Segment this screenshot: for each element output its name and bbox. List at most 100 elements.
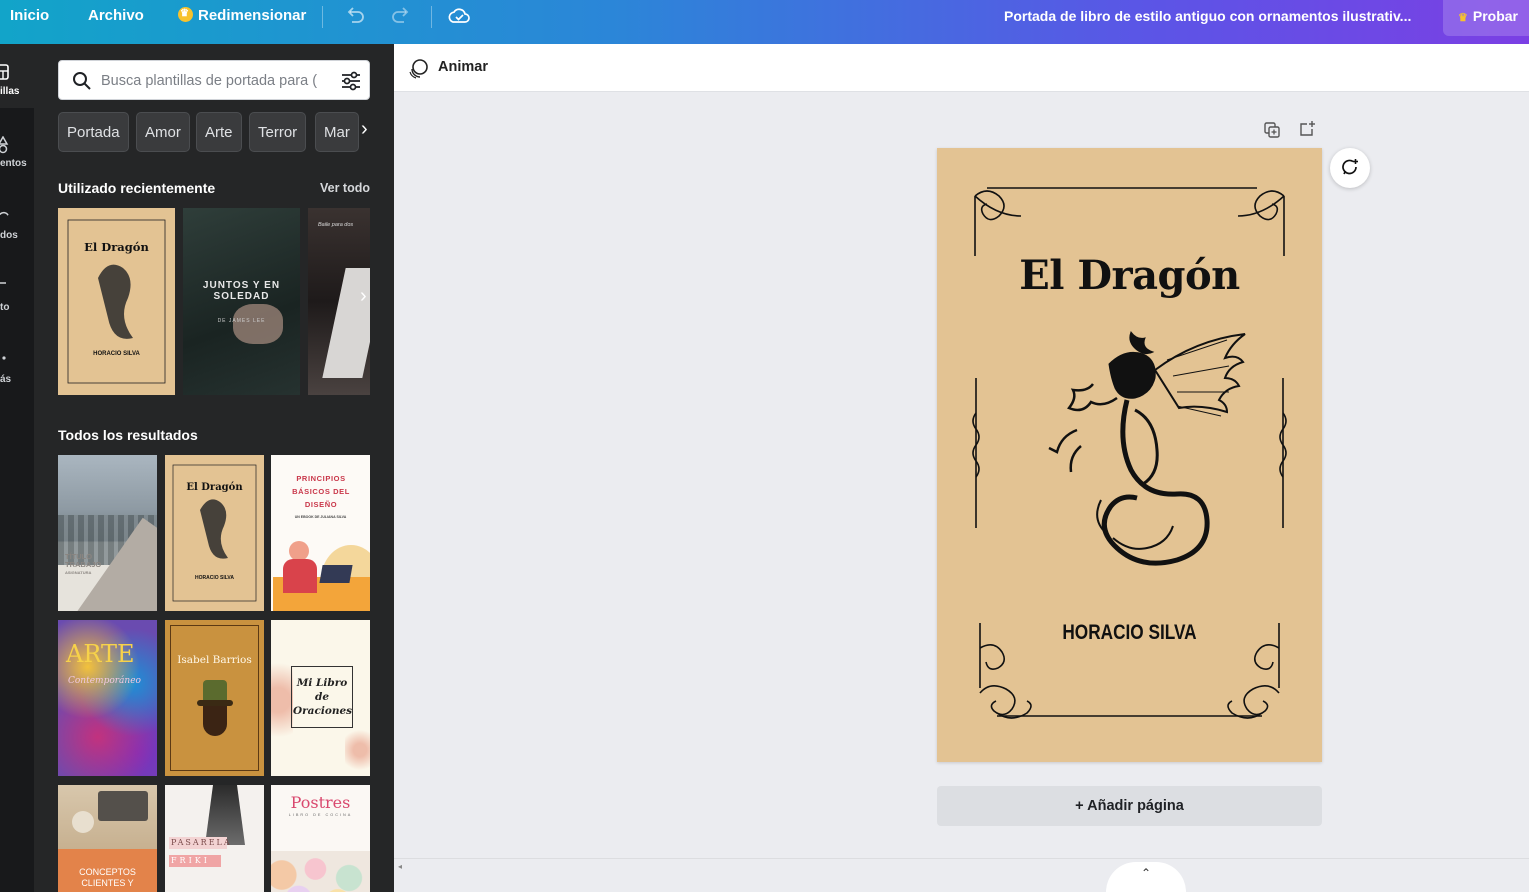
rail-label: to xyxy=(0,302,10,313)
rail-label: illas xyxy=(0,86,20,97)
floral-decor xyxy=(271,640,293,760)
category-chips: Portada Amor Arte Terror Mar › xyxy=(58,112,394,152)
resize-button[interactable]: Redimensionar xyxy=(178,0,306,32)
chip-terror[interactable]: Terror xyxy=(249,112,307,152)
thumb-subtitle: FRIKI xyxy=(171,856,210,865)
search-input[interactable] xyxy=(101,71,327,91)
thumb-subtitle: ASIGNATURA xyxy=(65,570,92,575)
result-thumb-dragon[interactable]: El Dragón HORACIO SILVA xyxy=(165,455,264,611)
refresh-button[interactable] xyxy=(1330,148,1370,188)
thumb-author: DE JAMES LEE xyxy=(217,318,266,324)
thumb-title: Postres xyxy=(290,793,351,812)
see-all-link[interactable]: Ver todo xyxy=(320,181,370,195)
cloud-saved-icon[interactable] xyxy=(446,4,472,28)
search-icon xyxy=(73,72,91,90)
chip-mar[interactable]: Mar xyxy=(315,112,359,152)
thumb-subtitle: UN EBOOK DE JULIANA SILVA xyxy=(294,515,347,519)
thumb-title: JUNTOS Y EN SOLEDAD xyxy=(202,280,281,302)
duplicate-page-icon[interactable] xyxy=(1263,121,1281,139)
redo-icon[interactable] xyxy=(388,4,414,28)
chip-portada[interactable]: Portada xyxy=(58,112,129,152)
rail-item-elements[interactable]: entos xyxy=(0,116,34,180)
thumb-title: Baile para dos xyxy=(318,222,354,228)
cover-author[interactable]: HORACIO SILVA xyxy=(972,621,1288,645)
document-title[interactable]: Portada de libro de estilo antiguo con o… xyxy=(1004,0,1411,32)
chip-amor[interactable]: Amor xyxy=(136,112,190,152)
chevron-right-icon[interactable]: › xyxy=(360,285,367,308)
thumb-title: PRINCIPIOS BÁSICOS DEL DISEÑO xyxy=(292,474,350,509)
dragon-cover-thumbnail xyxy=(172,464,257,602)
thumb-title: El Dragón xyxy=(84,240,149,254)
cup-photo xyxy=(72,811,94,833)
macarons-photo xyxy=(271,851,370,892)
recent-thumb-dragon[interactable]: El Dragón HORACIO SILVA xyxy=(58,208,175,395)
top-bar: Inicio Archivo Redimensionar Portada de … xyxy=(0,0,1529,44)
crown-icon xyxy=(178,0,193,30)
scroll-left-icon[interactable]: ◂ xyxy=(398,862,402,871)
hands-photo xyxy=(233,304,283,344)
text-icon xyxy=(0,282,6,284)
file-menu-button[interactable]: Archivo xyxy=(88,0,144,32)
rail-label: entos xyxy=(0,158,27,169)
hat-shape xyxy=(203,680,227,702)
templates-icon xyxy=(0,64,9,80)
thumb-title: CONCEPTOS CLIENTES Y xyxy=(79,867,136,888)
face-shape xyxy=(203,706,227,736)
undo-icon[interactable] xyxy=(342,4,368,28)
crown-icon: ♛ xyxy=(1458,12,1468,24)
result-thumb-pasarela[interactable]: PASARELA FRIKI xyxy=(165,785,264,892)
toolbar-divider xyxy=(322,6,323,28)
rail-item-uploads[interactable]: dos xyxy=(0,188,34,252)
elements-icon xyxy=(0,136,9,154)
thumb-subtitle: LIBRO DE COCINA xyxy=(288,813,353,817)
thumb-title: Mi Libro de Oraciones xyxy=(293,677,353,717)
thumb-title: Isabel Barrios xyxy=(177,654,252,666)
person-head xyxy=(289,541,309,561)
animate-icon[interactable] xyxy=(408,57,430,79)
chip-arte[interactable]: Arte xyxy=(196,112,242,152)
recent-thumb-juntos[interactable]: JUNTOS Y EN SOLEDAD DE JAMES LEE xyxy=(183,208,300,395)
filter-icon[interactable] xyxy=(340,70,362,92)
result-thumb-principios[interactable]: PRINCIPIOS BÁSICOS DEL DISEÑO UN EBOOK D… xyxy=(271,455,370,611)
person-body xyxy=(283,559,317,593)
result-thumb-postres[interactable]: Postres LIBRO DE COCINA xyxy=(271,785,370,892)
recent-section-title: Utilizado recientemente xyxy=(58,180,216,196)
home-button[interactable]: Inicio xyxy=(10,0,49,32)
laptop-shape xyxy=(319,565,353,583)
result-thumb-isabel[interactable]: Isabel Barrios xyxy=(165,620,264,776)
result-thumb-oraciones[interactable]: Mi Libro de Oraciones xyxy=(271,620,370,776)
bottom-bar xyxy=(394,858,1529,892)
add-page-icon[interactable] xyxy=(1298,120,1316,138)
desk-photo xyxy=(98,791,148,821)
more-icon xyxy=(2,356,6,360)
thumb-title: ARTE xyxy=(66,640,135,668)
result-thumb-conceptos[interactable]: CONCEPTOS CLIENTES Y xyxy=(58,785,157,892)
template-search[interactable] xyxy=(58,60,370,100)
rail-item-templates[interactable]: illas xyxy=(0,44,34,108)
result-thumb-arte[interactable]: ARTE Contemporáneo xyxy=(58,620,157,776)
try-pro-button[interactable]: ♛ Probar xyxy=(1443,0,1529,36)
chevron-right-icon[interactable]: › xyxy=(361,118,368,141)
thumb-title: El Dragón xyxy=(186,482,243,493)
thumb-title: TÍTULO TRABAJO xyxy=(65,552,102,569)
rail-item-more[interactable]: ás xyxy=(0,332,34,396)
uploads-icon xyxy=(0,211,9,216)
rail-label: dos xyxy=(0,230,18,241)
templates-panel: Portada Amor Arte Terror Mar › Utilizado… xyxy=(34,44,394,892)
toolbar-divider xyxy=(431,6,432,28)
results-section-title: Todos los resultados xyxy=(58,427,198,443)
result-thumb-titulo[interactable]: TÍTULO TRABAJO ASIGNATURA xyxy=(58,455,157,611)
resize-label: Redimensionar xyxy=(198,7,307,24)
refresh-comment-icon xyxy=(1342,159,1358,175)
add-page-button[interactable]: + Añadir página xyxy=(937,786,1322,826)
book-cover-page[interactable]: El Dragón HORACIO SILVA xyxy=(937,148,1322,762)
rail-label: ás xyxy=(0,374,12,385)
rail-item-text[interactable]: to xyxy=(0,260,34,324)
skirt-photo xyxy=(205,785,245,845)
thumb-title: PASARELA xyxy=(171,838,232,847)
animate-button[interactable]: Animar xyxy=(438,59,488,75)
thumb-author: HORACIO SILVA xyxy=(93,351,140,357)
thumb-author: HORACIO SILVA xyxy=(195,575,234,581)
cover-title[interactable]: El Dragón xyxy=(937,252,1322,299)
editor-toolbar: Animar xyxy=(394,44,1529,92)
